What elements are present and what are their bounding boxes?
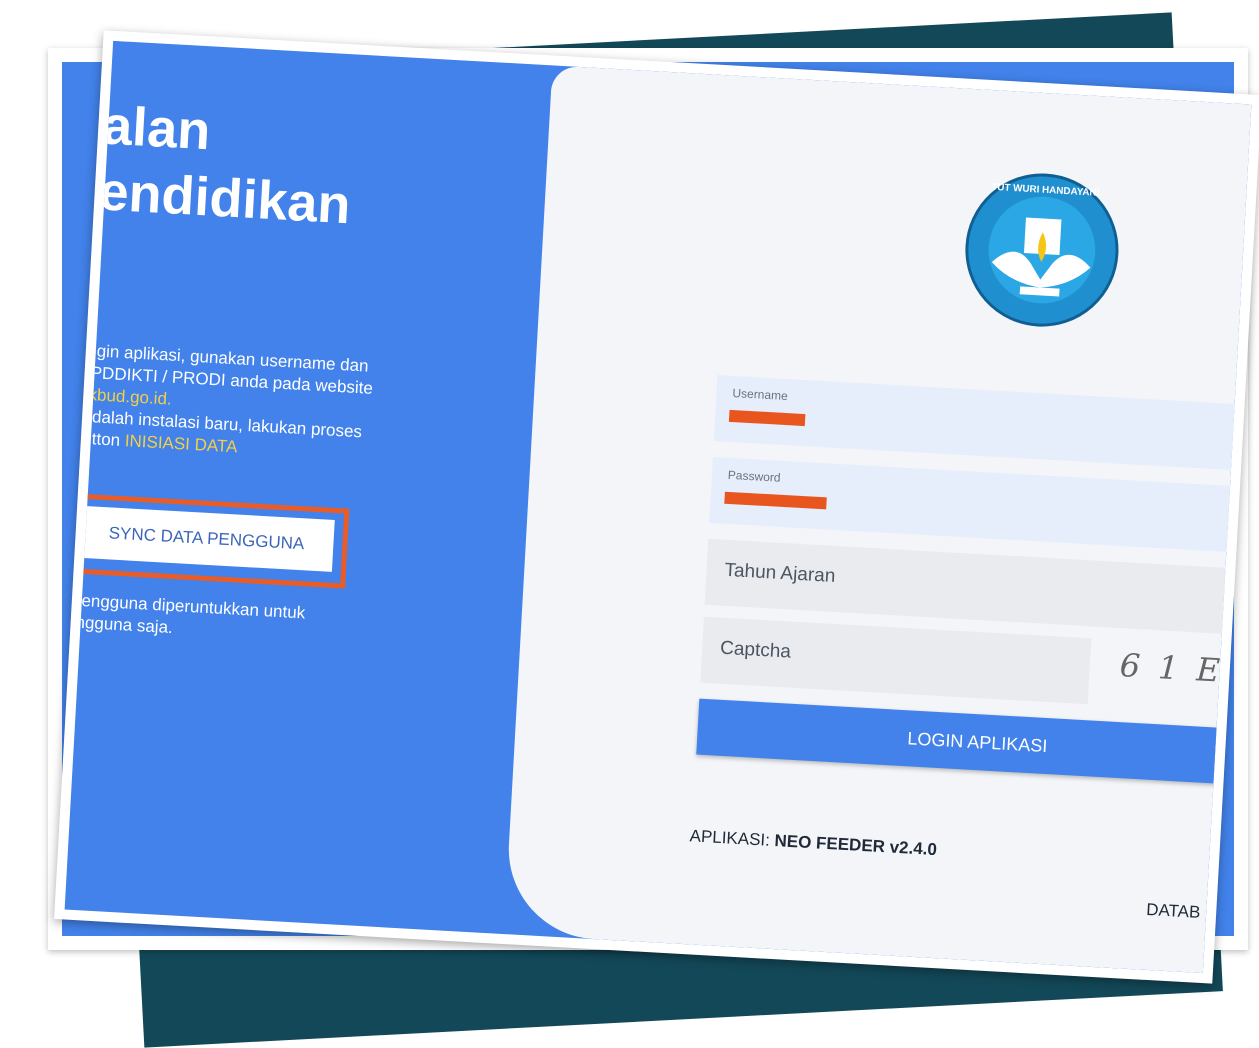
app-version-prefix: APLIKASI: — [689, 826, 776, 851]
username-redaction — [728, 409, 806, 427]
username-field[interactable]: Username — [713, 375, 1252, 473]
login-aplikasi-button[interactable]: LOGIN APLIKASI — [696, 698, 1252, 786]
screenshot-card: alan endidikan Login aplikasi, gunakan u… — [54, 30, 1259, 984]
website-link[interactable]: dikbud.go.id. — [75, 384, 172, 408]
login-form-panel: TUT WURI HANDAYANI Username Password Tah… — [503, 65, 1252, 974]
password-redaction — [724, 491, 827, 510]
login-instructions: Login aplikasi, gunakan username dan e P… — [72, 339, 448, 469]
database-label: DATAB — [1145, 899, 1201, 922]
app-version-name: NEO FEEDER v2.4.0 — [774, 831, 938, 860]
app-version: APLIKASI: NEO FEEDER v2.4.0 — [689, 826, 937, 860]
title-line-2: endidikan — [97, 161, 353, 236]
tahun-ajaran-placeholder: Tahun Ajaran — [723, 559, 836, 587]
sync-note: a pengguna diperuntukkan untuk pengguna … — [65, 589, 388, 651]
username-label: Username — [732, 385, 789, 404]
sync-note-line-2: pengguna saja. — [64, 611, 174, 638]
title-line-1: alan — [100, 95, 213, 162]
password-field[interactable]: Password — [709, 456, 1252, 555]
tut-wuri-handayani-logo: TUT WURI HANDAYANI — [965, 173, 1119, 327]
password-label: Password — [727, 467, 781, 485]
info-line-5-prefix: button — [72, 428, 126, 451]
captcha-placeholder: Captcha — [719, 637, 792, 663]
page-title: alan endidikan — [97, 92, 356, 238]
login-screen: alan endidikan Login aplikasi, gunakan u… — [64, 40, 1252, 974]
captcha-input[interactable]: Captcha — [700, 616, 1092, 705]
inisiasi-data-link[interactable]: INISIASI DATA — [124, 431, 238, 456]
